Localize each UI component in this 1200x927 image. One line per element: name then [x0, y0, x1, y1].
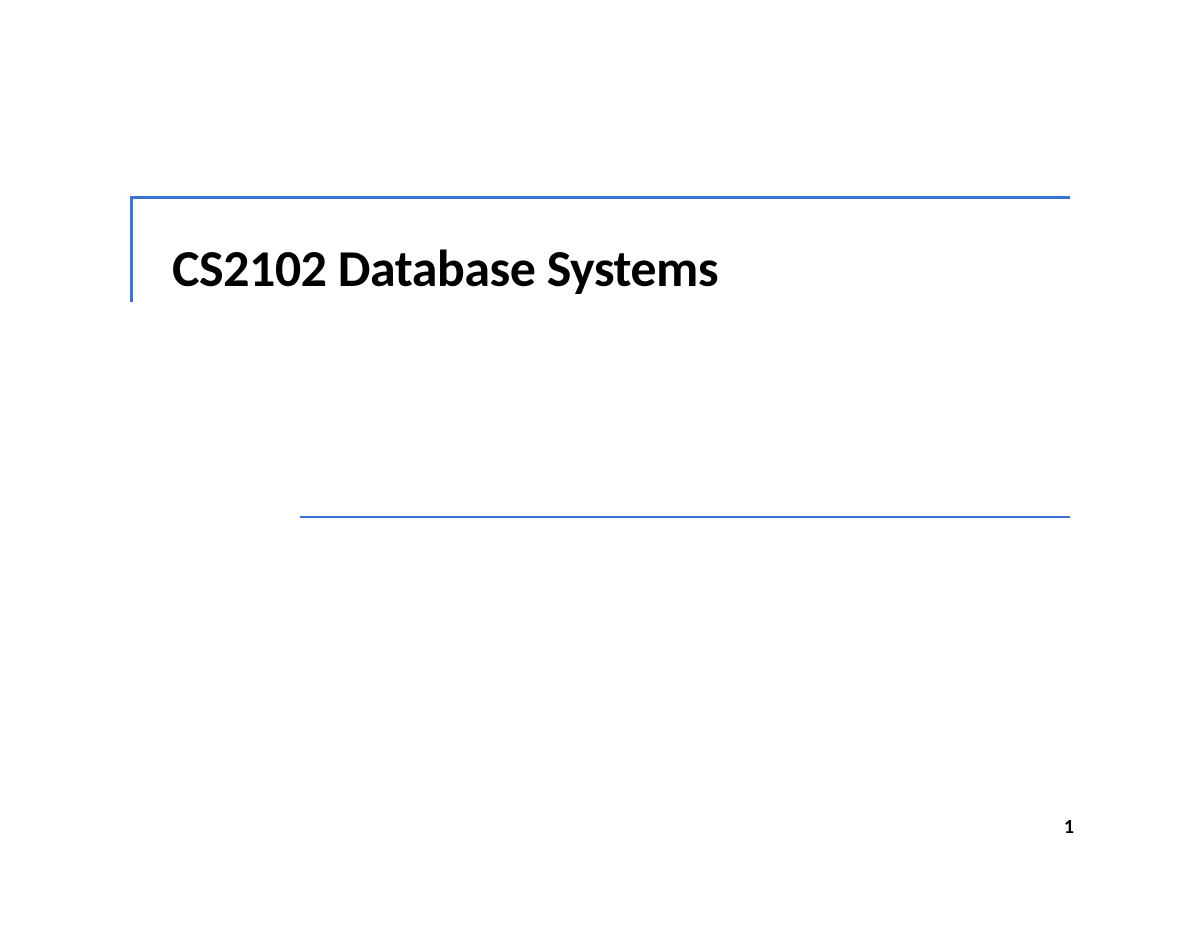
divider-line: [300, 516, 1070, 518]
page-number: 1: [1064, 815, 1074, 839]
slide-title: CS2102 Database Systems: [172, 236, 718, 300]
